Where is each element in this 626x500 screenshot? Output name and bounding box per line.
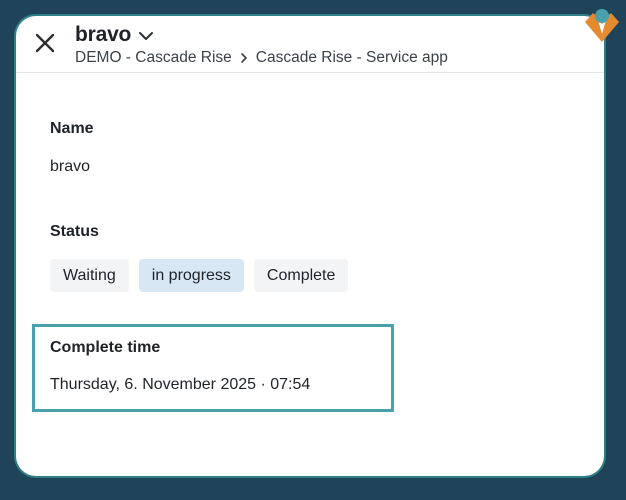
logo-icon [585,9,619,42]
page-title: bravo [75,23,132,46]
close-icon [35,33,55,53]
status-label: Status [50,223,99,240]
breadcrumb-item-project[interactable]: DEMO - Cascade Rise [75,49,232,67]
title-dropdown[interactable]: bravo [75,23,155,47]
record-detail-panel: bravo DEMO - Cascade Rise Cascade Rise -… [16,16,604,476]
breadcrumb: DEMO - Cascade Rise Cascade Rise - Servi… [75,49,448,67]
close-button[interactable] [32,30,58,56]
breadcrumb-item-app[interactable]: Cascade Rise - Service app [256,49,448,67]
status-selector: Waiting in progress Complete [50,259,349,292]
complete-time-highlight [32,324,394,412]
panel-header: bravo DEMO - Cascade Rise Cascade Rise -… [16,16,604,73]
chevron-right-icon [240,53,247,63]
complete-time-value: Thursday, 6. November 2025 · 07:54 [50,376,311,393]
status-option-waiting[interactable]: Waiting [50,259,129,292]
status-option-in-progress[interactable]: in progress [138,259,244,292]
chevron-down-icon [139,32,154,40]
complete-time-label: Complete time [50,339,161,356]
name-label: Name [50,120,94,137]
status-option-complete[interactable]: Complete [253,259,349,292]
name-value: bravo [50,158,91,175]
